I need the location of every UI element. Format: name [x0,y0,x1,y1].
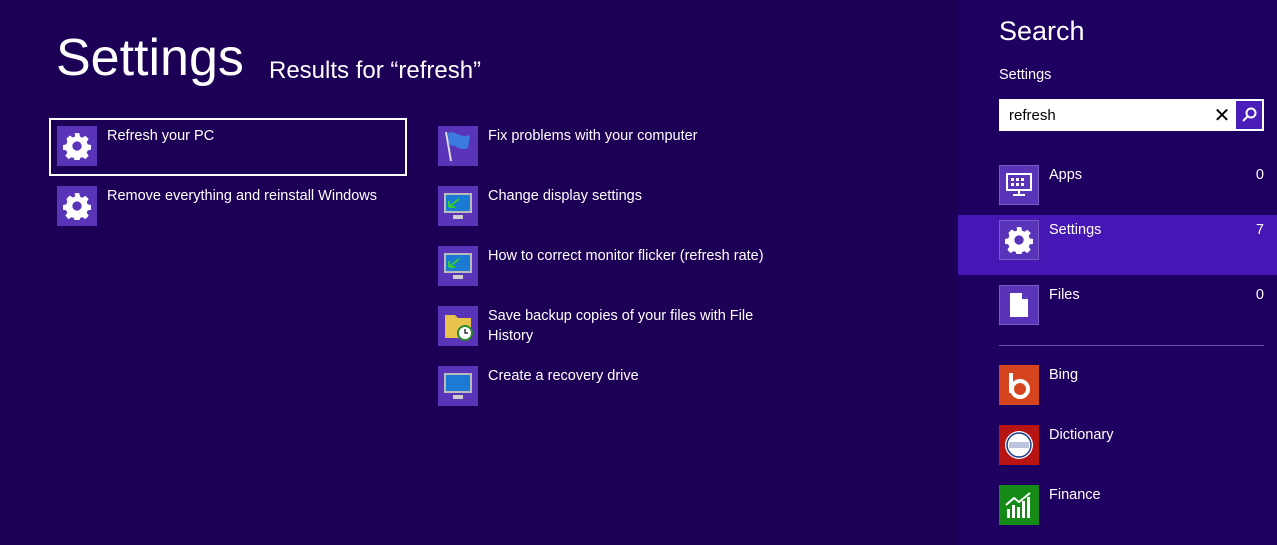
results-area: Settings Results for “refresh” Refresh y… [0,0,958,545]
category-count: 0 [1255,167,1264,183]
monitor-icon [438,186,478,226]
result-label: Fix problems with your computer [488,128,698,144]
monitor-icon [438,366,478,406]
search-icon [1242,107,1257,122]
category-settings[interactable]: Settings 7 [958,215,1277,275]
merriam-webster-icon [999,425,1039,465]
search-scope: Settings [999,67,1052,83]
search-box: ✕ [999,99,1264,131]
result-monitor-flicker[interactable]: How to correct monitor flicker (refresh … [432,240,786,294]
keyboard-monitor-icon [999,165,1039,205]
app-bing[interactable]: Bing [958,360,1277,420]
category-apps[interactable]: Apps 0 [958,160,1277,220]
gear-icon [999,220,1039,260]
result-remove-everything[interactable]: Remove everything and reinstall Windows [51,180,405,234]
bing-icon [999,365,1039,405]
result-label: Refresh your PC [107,128,215,144]
page-title: Settings [56,29,244,87]
results-subtitle: Results for “refresh” [269,57,482,84]
gear-icon [57,186,97,226]
search-input[interactable] [999,106,1208,124]
result-label: Remove everything and reinstall Windows [107,188,377,204]
result-fix-problems[interactable]: Fix problems with your computer [432,120,786,174]
category-count: 0 [1255,287,1264,303]
app-finance[interactable]: Finance [958,480,1277,540]
gear-icon [57,126,97,166]
app-label: Bing [1049,367,1079,383]
search-pane-title: Search [999,16,1085,46]
app-dictionary[interactable]: Dictionary [958,420,1277,480]
monitor-icon [438,246,478,286]
file-icon [999,285,1039,325]
search-pane: Search Settings ✕ Apps 0 Settings 7 File… [958,0,1277,545]
category-label: Files [1049,287,1080,303]
result-recovery-drive[interactable]: Create a recovery drive [432,360,786,414]
divider [999,345,1264,346]
category-label: Settings [1049,222,1102,238]
category-count: 7 [1255,222,1264,238]
search-button[interactable] [1235,101,1262,129]
chart-up-icon [999,485,1039,525]
app-label: Finance [1049,487,1101,503]
folder-clock-icon [438,306,478,346]
result-label: Change display settings [488,188,642,204]
result-label: Create a recovery drive [488,368,639,384]
flag-icon [438,126,478,166]
result-file-history[interactable]: Save backup copies of your files with Fi… [432,300,792,354]
result-display-settings[interactable]: Change display settings [432,180,786,234]
category-files[interactable]: Files 0 [958,280,1277,340]
clear-icon[interactable]: ✕ [1208,103,1236,127]
app-label: Dictionary [1049,427,1114,443]
result-refresh-pc[interactable]: Refresh your PC [49,118,407,176]
result-label: How to correct monitor flicker (refresh … [488,248,764,264]
category-label: Apps [1049,167,1083,183]
result-label: Save backup copies of your files with Fi… [488,308,754,344]
